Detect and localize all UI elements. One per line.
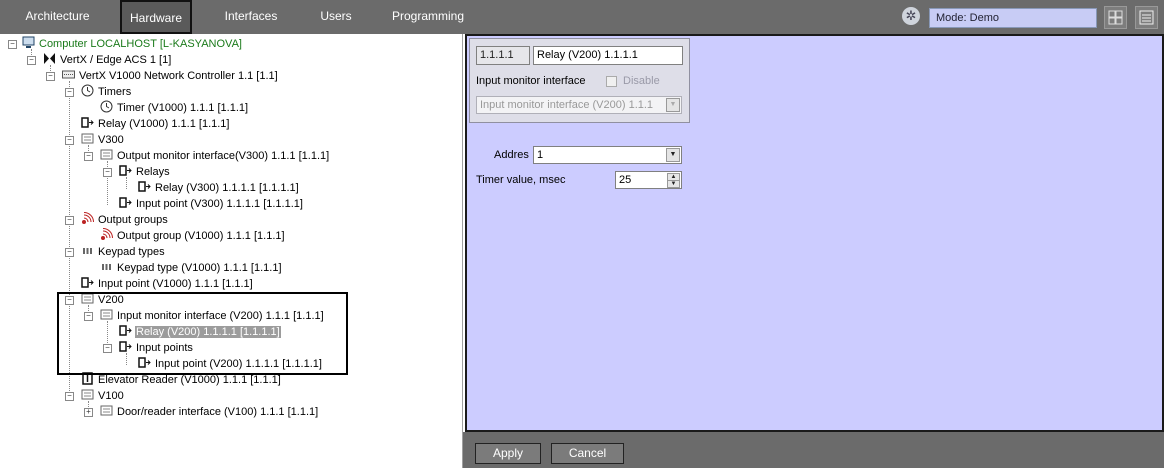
tree-label: VertX / Edge ACS 1 [1]	[60, 54, 172, 66]
collapse-toggle[interactable]: −	[65, 136, 74, 145]
timer-value: 25	[619, 174, 632, 186]
tree-label: Relay (V1000) 1.1.1 [1.1.1]	[98, 118, 230, 130]
parent-interface-label: Input monitor interface	[476, 75, 586, 87]
tree-item-computer[interactable]: Computer LOCALHOST [L-KASYANOVA]	[22, 36, 243, 52]
tab-hardware[interactable]: Hardware	[120, 0, 192, 34]
parent-interface-select[interactable]: Input monitor interface (V200) 1.1.1 ▼	[476, 96, 682, 114]
address-label: Addres	[494, 149, 529, 161]
tree-label: Input point (V1000) 1.1.1 [1.1.1]	[98, 278, 253, 290]
timer-value-stepper[interactable]: 25 ▲ ▼	[615, 171, 682, 189]
tree-item-keypad-types[interactable]: Keypad types	[81, 244, 166, 260]
tree-item-output-group-v1000[interactable]: Output group (V1000) 1.1.1 [1.1.1]	[100, 228, 286, 244]
tree-label: Input point (V300) 1.1.1.1 [1.1.1.1]	[136, 198, 303, 210]
expand-toggle[interactable]: +	[84, 408, 93, 417]
collapse-toggle[interactable]: −	[103, 168, 112, 177]
chevron-down-icon[interactable]: ▼	[666, 148, 680, 162]
relay-icon	[81, 117, 94, 128]
keypad-icon	[102, 264, 111, 270]
address-select[interactable]: 1 ▼	[533, 146, 682, 164]
apply-button[interactable]: Apply	[475, 443, 541, 464]
menu-button[interactable]	[1135, 6, 1158, 29]
keypad-icon	[83, 248, 92, 254]
tree-item-v100[interactable]: V100	[81, 388, 125, 404]
tab-architecture[interactable]: Architecture	[0, 0, 115, 34]
tree-label: Door/reader interface (V100) 1.1.1 [1.1.…	[117, 406, 319, 418]
grid-icon	[1108, 10, 1123, 25]
tree-item-relay-v1000[interactable]: Relay (V1000) 1.1.1 [1.1.1]	[81, 116, 230, 132]
tab-interfaces[interactable]: Interfaces	[216, 0, 286, 34]
output-group-icon	[101, 228, 113, 240]
input-point-icon	[119, 197, 132, 208]
collapse-toggle[interactable]: −	[65, 392, 74, 401]
tree-item-relay-v300[interactable]: Relay (V300) 1.1.1.1 [1.1.1.1]	[138, 180, 300, 196]
collapse-toggle[interactable]: −	[27, 56, 36, 65]
tree-item-door-reader-v100[interactable]: Door/reader interface (V100) 1.1.1 [1.1.…	[100, 404, 319, 420]
tree-label: Output monitor interface(V300) 1.1.1 [1.…	[117, 150, 330, 162]
module-icon	[100, 405, 113, 416]
tree-label: Relay (V300) 1.1.1.1 [1.1.1.1]	[155, 182, 299, 194]
layout-grid-button[interactable]	[1104, 6, 1127, 29]
tree-item-output-groups[interactable]: Output groups	[81, 212, 169, 228]
controller-icon	[62, 70, 75, 79]
disable-label: Disable	[623, 75, 660, 87]
tree-label: Relays	[136, 166, 170, 178]
tree-label: Output group (V1000) 1.1.1 [1.1.1]	[117, 230, 285, 242]
settings-gear-icon[interactable]: ✲	[902, 7, 920, 25]
tree-label: Keypad types	[98, 246, 165, 258]
tree-label: V300	[98, 134, 124, 146]
relay-icon	[138, 181, 151, 192]
module-icon	[81, 133, 94, 144]
collapse-toggle[interactable]: −	[8, 40, 17, 49]
tree-item-v300[interactable]: V300	[81, 132, 125, 148]
output-group-icon	[82, 212, 94, 224]
tree-label: V100	[98, 390, 124, 402]
collapse-toggle[interactable]: −	[84, 152, 93, 161]
tree-label: VertX V1000 Network Controller 1.1 [1.1]	[79, 70, 278, 82]
tab-programming[interactable]: Programming	[386, 0, 470, 34]
object-name-input[interactable]: Relay (V200) 1.1.1.1	[533, 46, 683, 65]
tree-item-output-monitor-v300[interactable]: Output monitor interface(V300) 1.1.1 [1.…	[100, 148, 330, 164]
timer-icon	[81, 84, 94, 97]
object-id-field: 1.1.1.1	[476, 46, 530, 65]
module-icon	[100, 149, 113, 160]
tree-label: Output groups	[98, 214, 168, 226]
collapse-toggle[interactable]: −	[65, 88, 74, 97]
computer-icon	[22, 36, 35, 48]
collapse-toggle[interactable]: −	[46, 72, 55, 81]
tree-item-timer-v1000[interactable]: Timer (V1000) 1.1.1 [1.1.1]	[100, 100, 249, 116]
tree-item-input-point-v300[interactable]: Input point (V300) 1.1.1.1 [1.1.1.1]	[119, 196, 304, 212]
tree-item-v1000-controller[interactable]: VertX V1000 Network Controller 1.1 [1.1]	[62, 68, 279, 84]
tree-item-vertx-edge[interactable]: VertX / Edge ACS 1 [1]	[43, 52, 172, 68]
relay-icon	[119, 165, 132, 176]
mode-indicator[interactable]: Mode: Demo	[929, 8, 1097, 28]
menu-icon	[1139, 10, 1154, 25]
collapse-toggle[interactable]: −	[65, 216, 74, 225]
tree-item-input-point-v1000[interactable]: Input point (V1000) 1.1.1 [1.1.1]	[81, 276, 254, 292]
tab-users[interactable]: Users	[310, 0, 362, 34]
tree-label: Timer (V1000) 1.1.1 [1.1.1]	[117, 102, 249, 114]
tree-label: Computer LOCALHOST [L-KASYANOVA]	[39, 38, 242, 50]
highlight-box	[57, 292, 348, 375]
chevron-down-icon: ▼	[666, 98, 680, 112]
tree-item-relays-folder[interactable]: Relays	[119, 164, 171, 180]
tree-label: Timers	[98, 86, 132, 98]
vertx-icon	[44, 53, 55, 64]
cancel-button[interactable]: Cancel	[551, 443, 624, 464]
timer-value-label: Timer value, msec	[476, 174, 566, 186]
top-nav-bar: Architecture Hardware Interfaces Users P…	[0, 0, 1164, 34]
decrement-arrow-icon[interactable]: ▼	[667, 180, 680, 188]
tree-item-timers[interactable]: Timers	[81, 84, 132, 100]
collapse-toggle[interactable]: −	[65, 248, 74, 257]
tree-label: Elevator Reader (V1000) 1.1.1 [1.1.1]	[98, 374, 281, 386]
input-point-icon	[81, 277, 94, 288]
tree-item-keypad-type-v1000[interactable]: Keypad type (V1000) 1.1.1 [1.1.1]	[100, 260, 283, 276]
tree-label: Keypad type (V1000) 1.1.1 [1.1.1]	[117, 262, 282, 274]
address-value: 1	[537, 149, 544, 161]
timer-icon	[100, 100, 113, 113]
module-icon	[81, 389, 94, 400]
parent-interface-value: Input monitor interface (V200) 1.1.1	[480, 99, 654, 111]
disable-checkbox[interactable]	[606, 76, 617, 87]
